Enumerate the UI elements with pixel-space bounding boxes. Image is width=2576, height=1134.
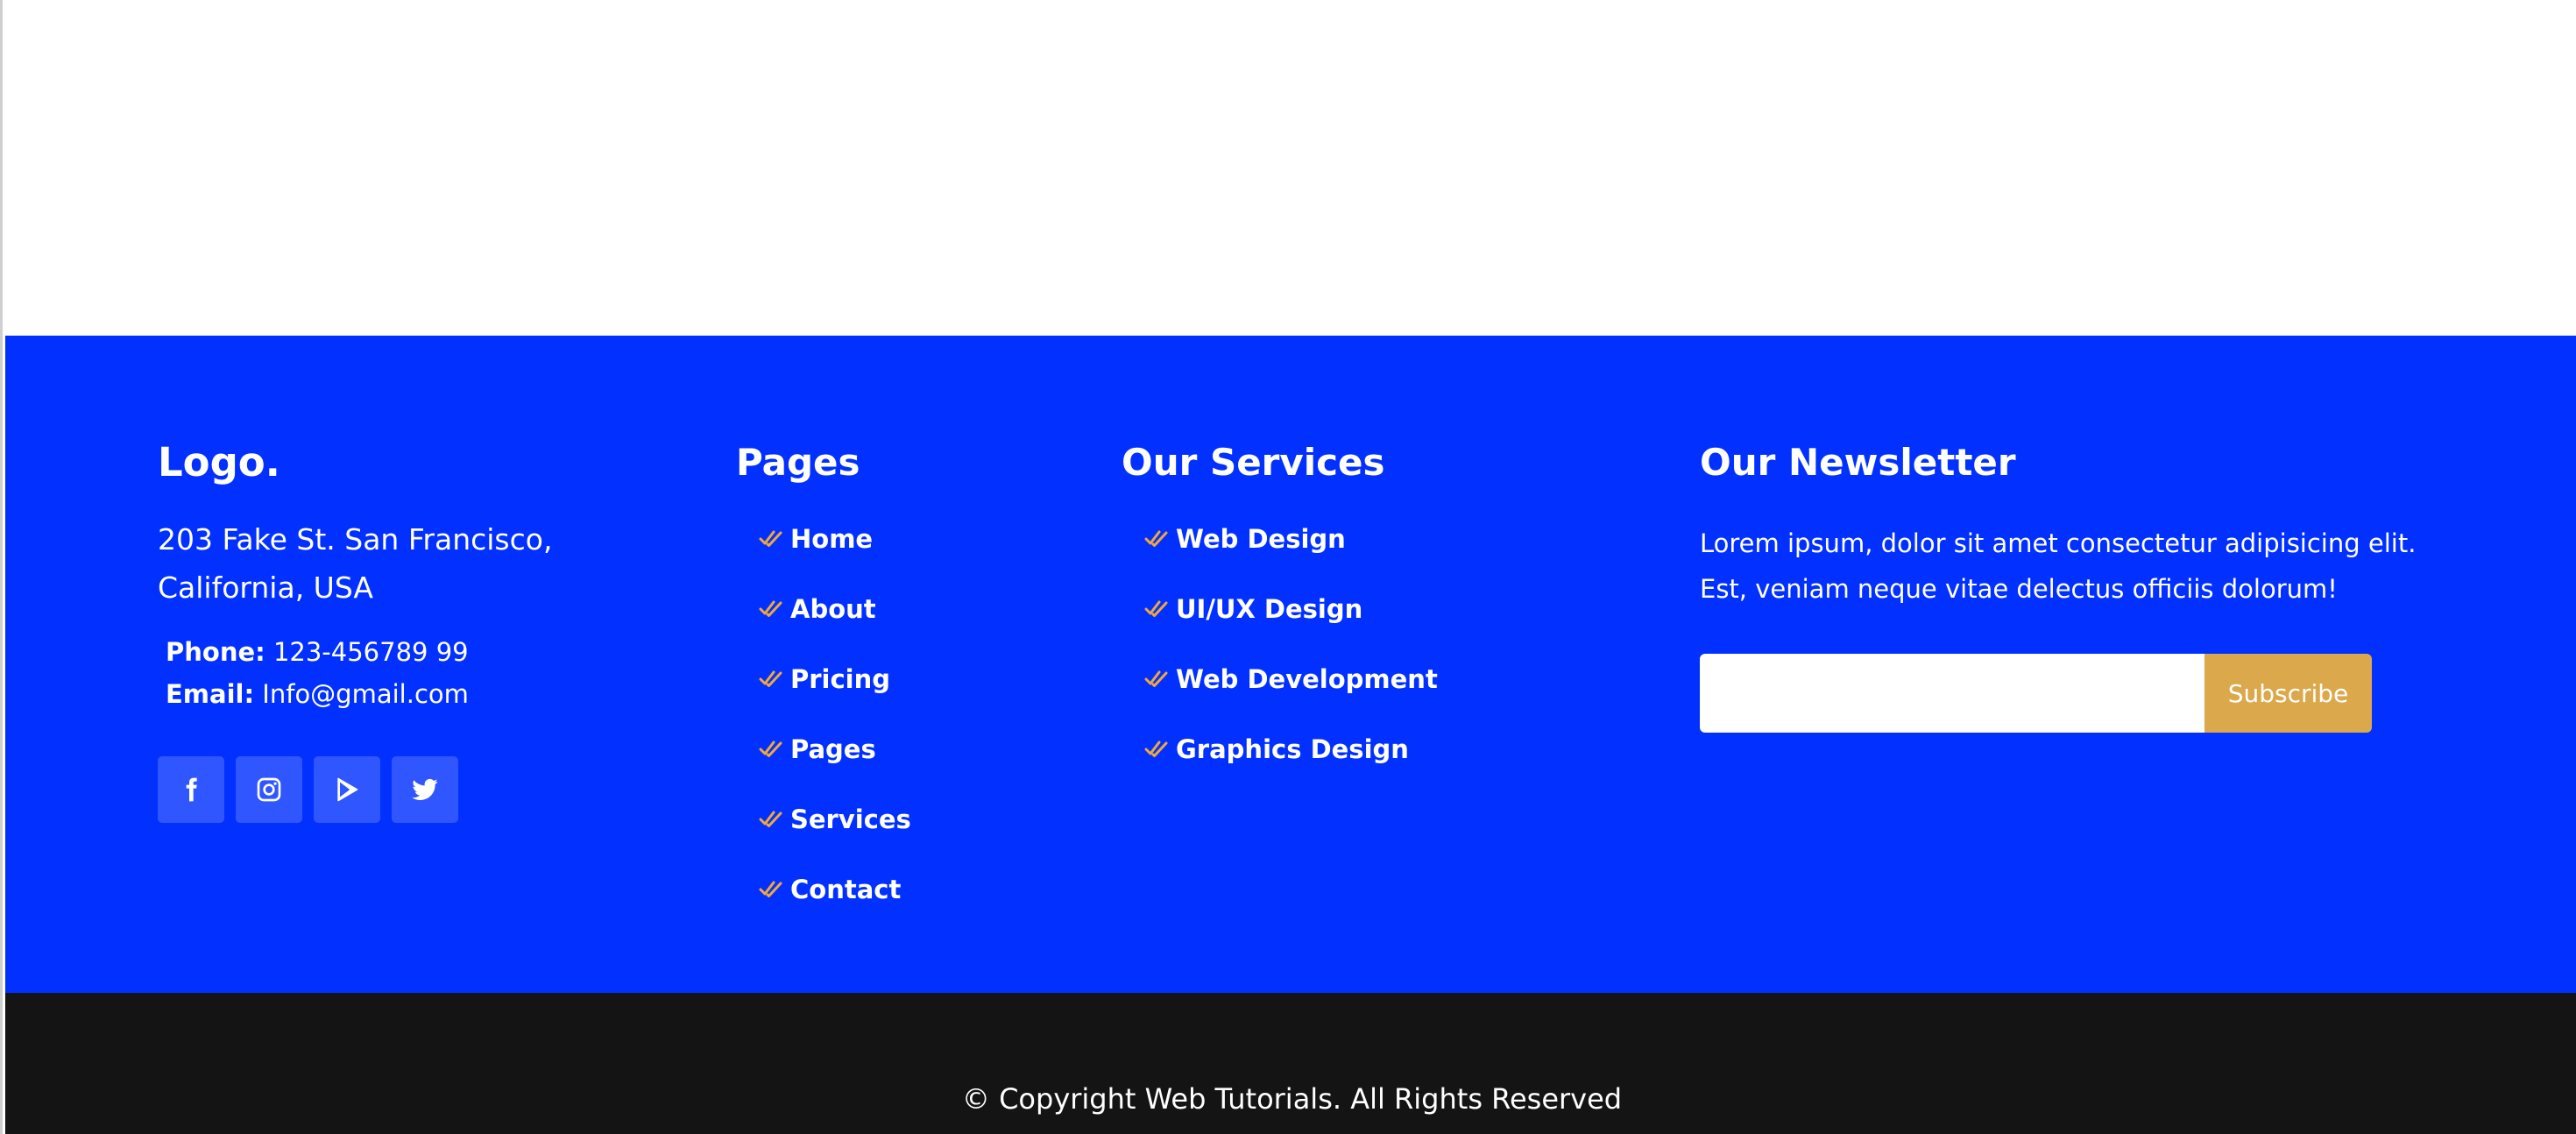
pages-link-item: Home: [736, 504, 1069, 574]
pages-link-item: About: [736, 574, 1069, 644]
content-area: [5, 0, 2576, 336]
subscribe-button[interactable]: Subscribe: [2204, 654, 2372, 733]
services-link-item: Web Development: [1122, 644, 1612, 714]
services-link-item: Web Design: [1122, 504, 1612, 574]
address-line-1: 203 Fake St. San Francisco,: [158, 522, 553, 556]
double-check-icon: [759, 741, 782, 757]
twitter-icon: [412, 778, 438, 800]
link-pricing[interactable]: Pricing: [790, 664, 890, 694]
footer-newsletter-column: Our Newsletter Lorem ipsum, dolor sit am…: [1700, 436, 2453, 733]
phone-label: Phone:: [166, 637, 265, 667]
double-check-icon: [759, 811, 782, 827]
page: Logo. 203 Fake St. San Francisco, Califo…: [0, 0, 2576, 1134]
social-links: [158, 756, 613, 823]
services-link-item: UI/UX Design: [1122, 574, 1612, 644]
email-label: Email:: [166, 679, 255, 709]
facebook-icon: [186, 777, 197, 802]
pages-link-item: Services: [736, 784, 1069, 854]
pages-title: Pages: [736, 441, 860, 484]
link-ui-ux-design[interactable]: UI/UX Design: [1176, 594, 1362, 624]
pages-links: Home About Pricing Pages Services Contac…: [736, 504, 1069, 925]
double-check-icon: [1144, 530, 1168, 547]
double-check-icon: [759, 600, 782, 617]
double-check-icon: [759, 670, 782, 687]
footer-logo[interactable]: Logo.: [158, 436, 613, 489]
link-pages[interactable]: Pages: [790, 734, 876, 764]
twitter-button[interactable]: [392, 756, 458, 823]
email-row: Email: Info@gmail.com: [166, 673, 613, 715]
link-graphics-design[interactable]: Graphics Design: [1176, 734, 1409, 764]
pages-link-item: Contact: [736, 854, 1069, 925]
footer-pages-column: Pages Home About Pricing Pages Services …: [736, 436, 1069, 925]
double-check-icon: [1144, 741, 1168, 757]
footer: Logo. 203 Fake St. San Francisco, Califo…: [5, 336, 2576, 993]
google-play-icon: [337, 777, 358, 802]
footer-contact: Phone: 123-456789 99 Email: Info@gmail.c…: [158, 631, 613, 715]
copyright-text: © Copyright Web Tutorials. All Rights Re…: [961, 1082, 1623, 1116]
double-check-icon: [759, 881, 782, 897]
double-check-icon: [1144, 600, 1168, 617]
email-value: Info@gmail.com: [262, 679, 469, 709]
copyright-bar: © Copyright Web Tutorials. All Rights Re…: [5, 993, 2576, 1134]
newsletter-title: Our Newsletter: [1700, 441, 2016, 484]
services-links: Web Design UI/UX Design Web Development …: [1122, 504, 1612, 784]
facebook-button[interactable]: [158, 756, 224, 823]
services-title: Our Services: [1122, 441, 1385, 484]
address-line-2: California, USA: [158, 571, 373, 605]
footer-services-column: Our Services Web Design UI/UX Design Web…: [1122, 436, 1612, 784]
link-web-design[interactable]: Web Design: [1176, 524, 1346, 554]
newsletter-form: Subscribe: [1700, 654, 2372, 733]
phone-row: Phone: 123-456789 99: [166, 631, 613, 673]
link-home[interactable]: Home: [790, 524, 873, 554]
newsletter-text: Lorem ipsum, dolor sit amet consectetur …: [1700, 528, 2417, 604]
google-play-button[interactable]: [314, 756, 380, 823]
pages-link-item: Pricing: [736, 644, 1069, 714]
pages-link-item: Pages: [736, 714, 1069, 784]
services-link-item: Graphics Design: [1122, 714, 1612, 784]
footer-brand: Logo. 203 Fake St. San Francisco, Califo…: [158, 436, 613, 823]
instagram-icon: [257, 777, 281, 802]
double-check-icon: [759, 530, 782, 547]
footer-address: 203 Fake St. San Francisco, California, …: [158, 515, 613, 612]
link-services[interactable]: Services: [790, 804, 911, 834]
link-about[interactable]: About: [790, 594, 876, 624]
double-check-icon: [1144, 670, 1168, 687]
instagram-button[interactable]: [236, 756, 302, 823]
link-contact[interactable]: Contact: [790, 875, 901, 904]
link-web-development[interactable]: Web Development: [1176, 664, 1438, 694]
newsletter-email-input[interactable]: [1700, 654, 2204, 733]
phone-value: 123-456789 99: [272, 637, 469, 667]
